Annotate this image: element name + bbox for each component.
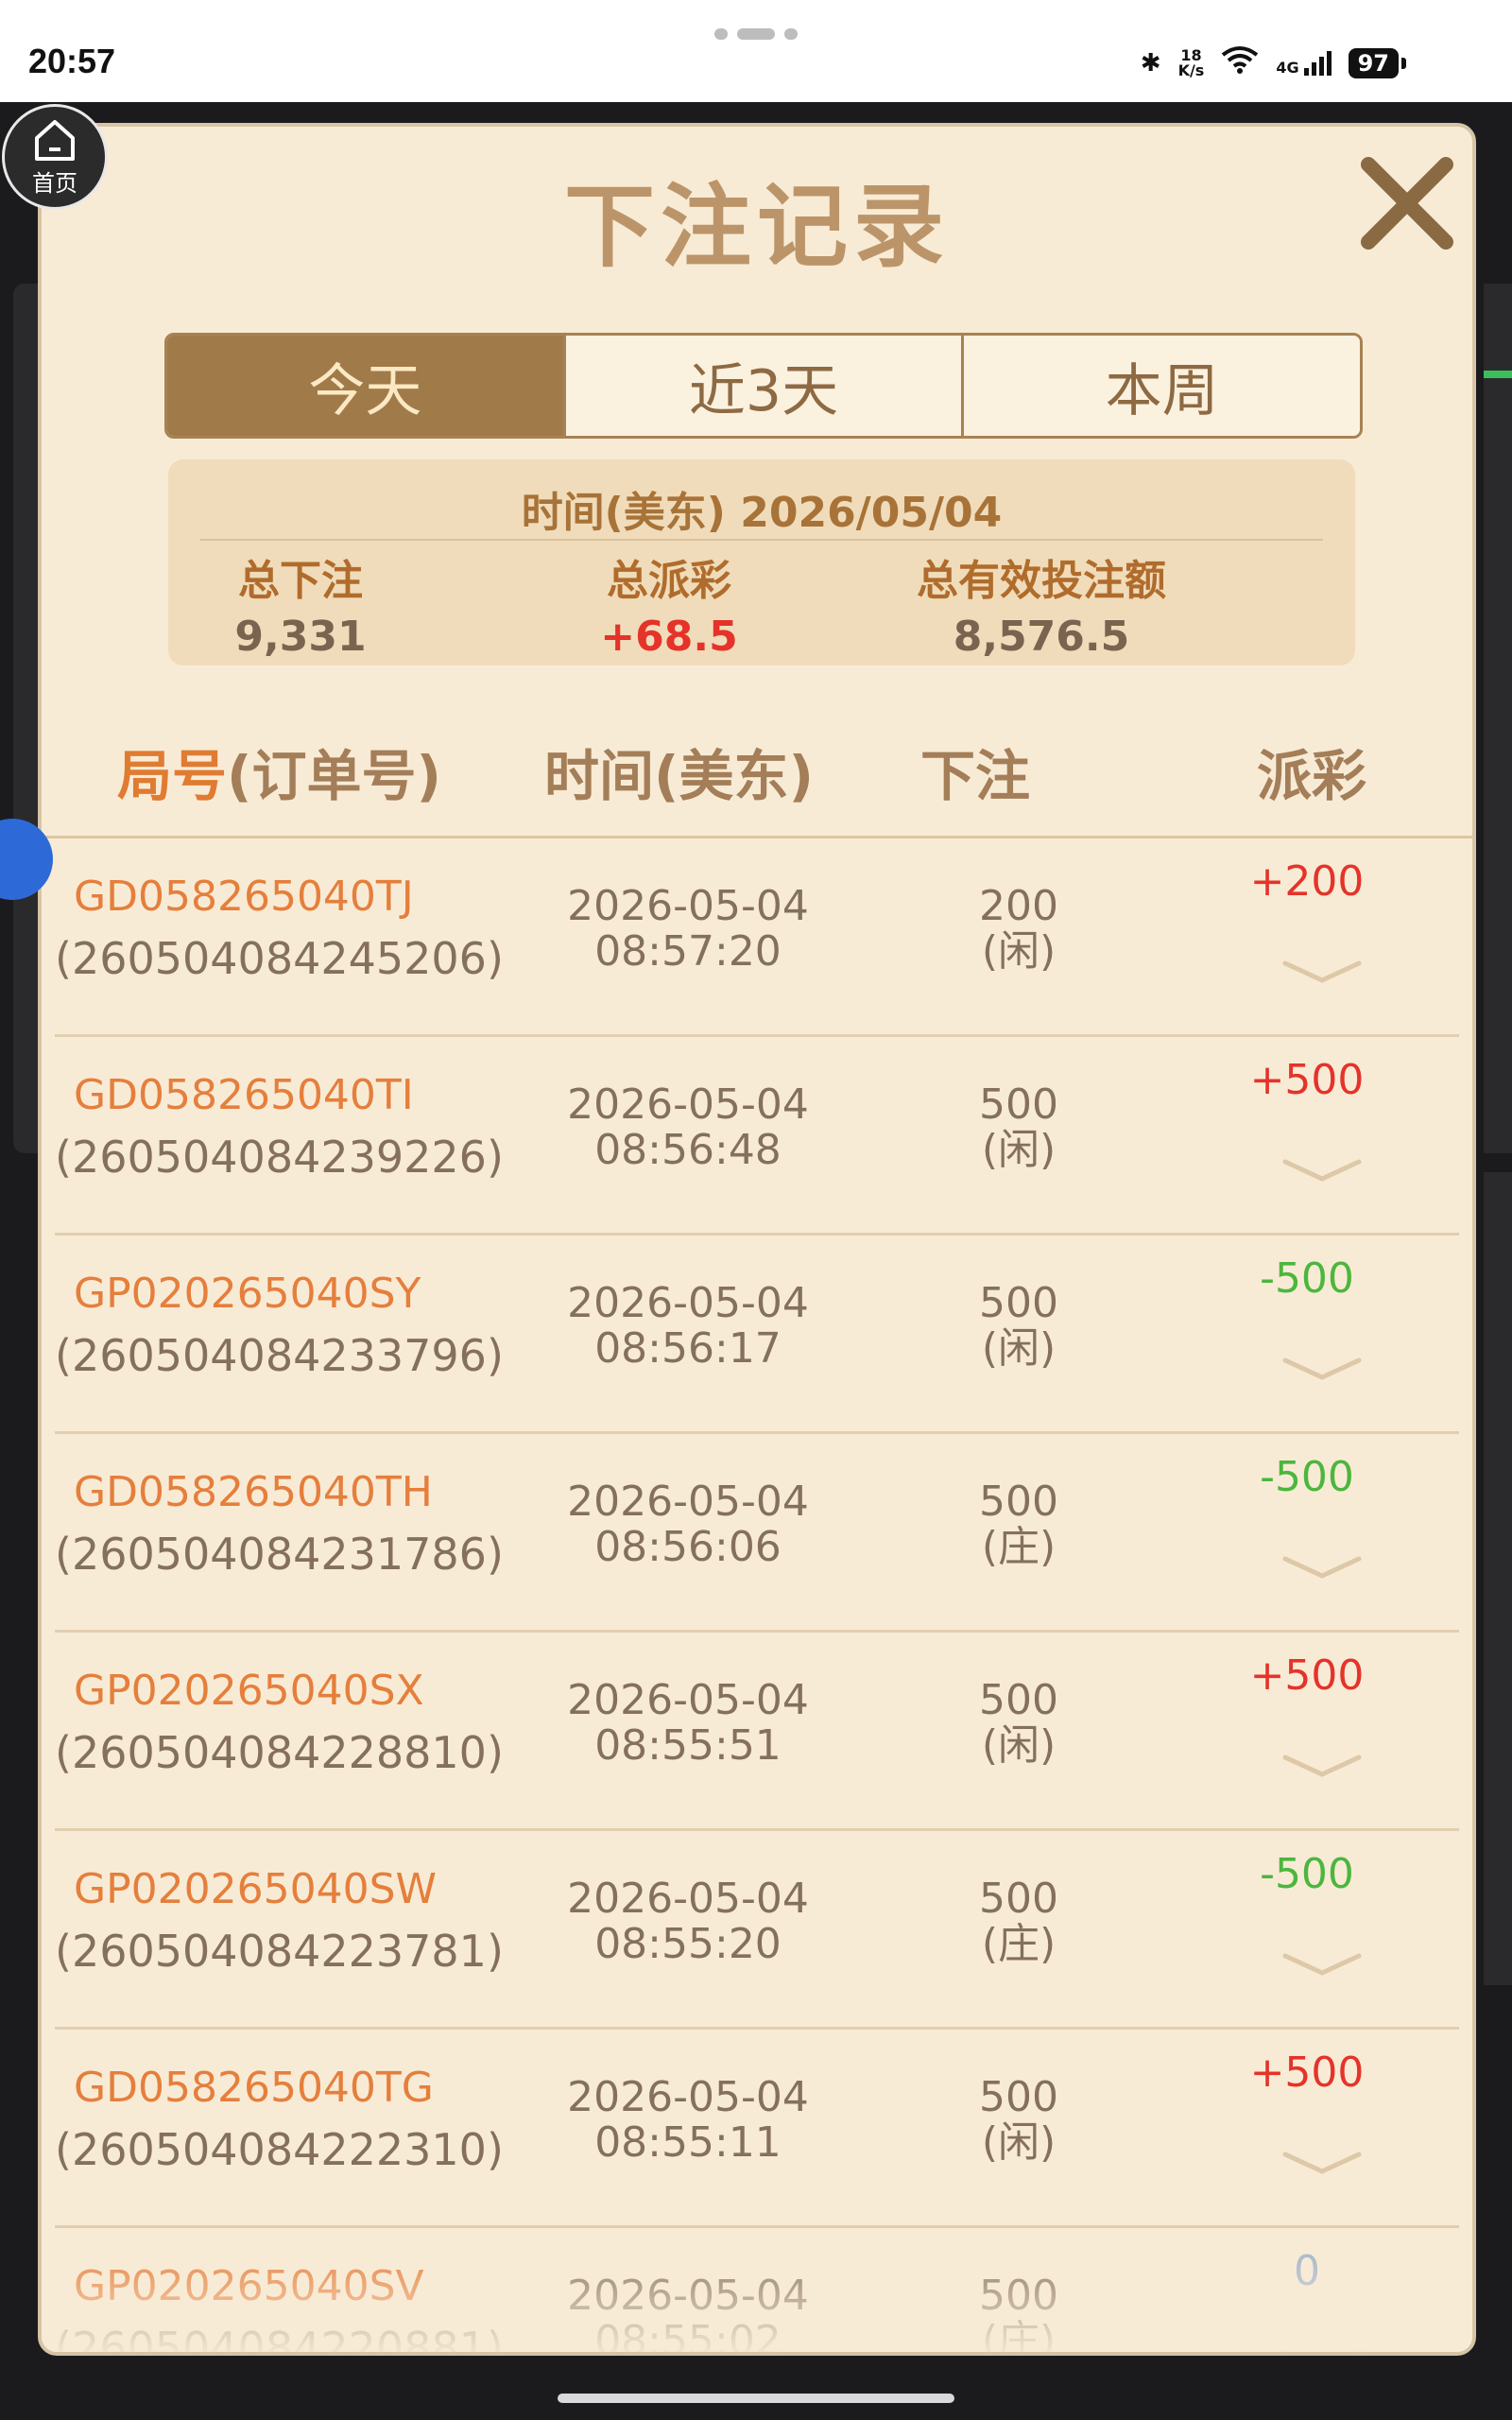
bet-time: 2026-05-04 08:55:51 [567,1676,809,1770]
total-payout-label: 总派彩 [607,557,731,605]
table-row[interactable]: GD058265040TI (260504084239226) 2026-05-04… [55,1037,1459,1236]
round-id: GP020265040SW [74,1865,438,1913]
bet-amount: 500 (闲) [979,2073,1058,2167]
status-icons: ✱ 18 K/s 4G 97 [1140,45,1407,80]
table-header: 局号(订单号) 时间(美东) 下注 派彩 [42,732,1472,826]
status-pill [737,28,775,40]
table-row[interactable]: GD058265040TJ (260504084245206) 2026-05-04… [55,838,1459,1037]
chevron-down-icon[interactable] [1280,2147,1365,2179]
round-id: GP020265040SY [74,1270,421,1318]
bet-amount: 500 (闲) [979,1676,1058,1770]
payout-value: -500 [1260,1453,1354,1501]
table-row[interactable]: GD058265040TH (260504084231786) 2026-05-04… [55,1434,1459,1633]
bet-amount: 500(庄) [979,1875,1058,1968]
table-row[interactable]: GP020265040SW (260504084223781) 2026-05-04… [55,1831,1459,2030]
chevron-down-icon[interactable] [1280,1551,1365,1583]
chevron-down-icon[interactable] [1280,1154,1365,1186]
payout-value: -500 [1260,1254,1354,1303]
round-id: GD058265040TJ [74,873,414,921]
table-row[interactable]: GP020265040SY (260504084233796) 2026-05-04… [55,1236,1459,1434]
chevron-down-icon[interactable] [1280,1353,1365,1385]
total-bet-block: 总下注 9,331 [112,546,490,661]
net-speed: 18 K/s [1177,45,1205,79]
payout-value: +200 [1249,857,1365,906]
summary-panel: 时间(美东) 2026/05/04 总下注 9,331 总派彩 +68.5 总有… [168,459,1355,666]
bet-time: 2026-05-04 08:56:06 [567,1478,809,1571]
home-icon [35,119,75,161]
tab-this-week[interactable]: 本周 [964,336,1360,436]
order-id: (260504084233796) [55,1330,504,1381]
order-id: (260504084231786) [55,1529,504,1580]
status-dot [714,28,728,40]
status-dot [784,28,798,40]
tab-last-3-days[interactable]: 近3天 [565,336,965,436]
header-round: 局号(订单号) [117,744,442,808]
order-id: (260504084223781) [55,1926,504,1977]
header-time: 时间(美东) [544,744,815,808]
gesture-nav-bar[interactable] [558,2394,954,2403]
total-valid-label: 总有效投注额 [917,557,1166,605]
bet-amount: 200 (闲) [979,882,1058,976]
wifi-icon [1221,45,1259,80]
header-payout: 派彩 [1257,744,1367,808]
modal-title: 下注记录 [564,174,950,280]
round-id: GP020265040SX [74,1667,424,1715]
total-bet-value: 9,331 [234,613,367,661]
bet-record-modal: 下注记录 今天 近3天 本周 时间(美东) 2026/05/04 总下注 9,3… [38,123,1476,2356]
bet-time: 2026-05-04 08:57:20 [567,882,809,976]
close-icon [1361,157,1453,250]
bet-amount: 500(庄) [979,1478,1058,1571]
round-id: GD058265040TG [74,2064,434,2112]
signal-icon: 4G [1276,50,1332,76]
status-bar: 20:57 ✱ 18 K/s 4G 97 [0,0,1512,102]
summary-divider [200,539,1323,541]
total-valid-block: 总有效投注额 8,576.5 [852,546,1230,661]
list-fade [42,2238,1472,2352]
close-button[interactable] [1355,151,1459,255]
clock: 20:57 [28,42,116,80]
chevron-down-icon[interactable] [1280,1948,1365,1980]
home-button[interactable]: 首页 [2,104,108,210]
background-panel [1484,1172,1512,1985]
payout-value: +500 [1249,2048,1365,2097]
chevron-down-icon[interactable] [1280,1750,1365,1782]
total-payout-value: +68.5 [600,613,738,661]
total-bet-label: 总下注 [238,557,363,605]
chevron-down-icon[interactable] [1280,956,1365,988]
background-panel [1484,284,1512,1153]
order-id: (260504084239226) [55,1132,504,1183]
bet-time: 2026-05-04 08:55:20 [567,1875,809,1968]
background-accent [1484,371,1512,378]
home-label: 首页 [32,169,77,197]
bet-amount: 500 (闲) [979,1080,1058,1174]
bet-record-list: GD058265040TJ (260504084245206) 2026-05-04… [42,838,1472,2352]
summary-date: 时间(美东) 2026/05/04 [521,489,1003,537]
header-bet: 下注 [920,744,1031,808]
bet-time: 2026-05-04 08:56:17 [567,1279,809,1373]
round-id: GD058265040TI [74,1071,414,1119]
date-range-tabs: 今天 近3天 本周 [164,333,1363,439]
payout-value: -500 [1260,1850,1354,1898]
table-row[interactable]: GD058265040TG (260504084222310) 2026-05-04… [55,2030,1459,2228]
table-row[interactable]: GP020265040SX (260504084228810) 2026-05-04… [55,1633,1459,1831]
total-valid-value: 8,576.5 [953,613,1130,661]
bet-time: 2026-05-04 08:55:11 [567,2073,809,2167]
total-payout-block: 总派彩 +68.5 [480,546,858,661]
bet-amount: 500 (闲) [979,1279,1058,1373]
payout-value: +500 [1249,1056,1365,1104]
tab-today[interactable]: 今天 [167,336,566,436]
order-id: (260504084222310) [55,2124,504,2175]
order-id: (260504084228810) [55,1727,504,1778]
order-id: (260504084245206) [55,933,504,984]
bluetooth-icon: ✱ [1140,48,1161,78]
round-id: GD058265040TH [74,1468,433,1516]
battery-indicator: 97 [1348,47,1407,78]
bet-time: 2026-05-04 08:56:48 [567,1080,809,1174]
payout-value: +500 [1249,1651,1365,1700]
